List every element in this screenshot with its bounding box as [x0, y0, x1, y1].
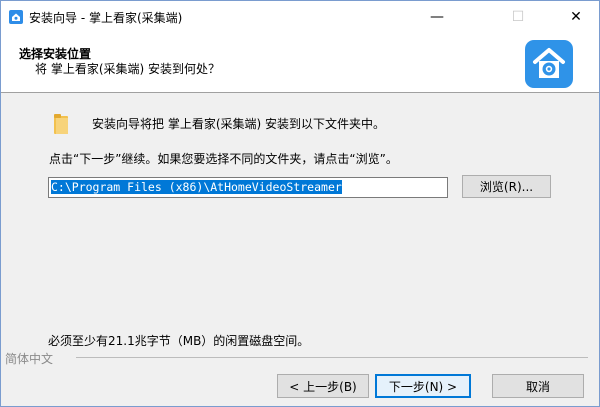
minimize-button[interactable]: — — [414, 1, 460, 33]
minimize-icon: — — [430, 9, 444, 25]
footer-divider — [76, 357, 588, 358]
next-button[interactable]: 下一步(N) > — [375, 374, 471, 398]
installer-window: 安装向导 - 掌上看家(采集端) — ☐ ✕ 选择安装位置 将 掌上看家(采集端… — [0, 0, 600, 407]
header-panel: 选择安装位置 将 掌上看家(采集端) 安装到何处？ — [1, 33, 599, 93]
folder-icon — [54, 114, 68, 134]
intro-text: 安装向导将把 掌上看家(采集端) 安装到以下文件夹中。 — [92, 117, 385, 131]
close-icon: ✕ — [570, 9, 582, 25]
maximize-icon: ☐ — [511, 9, 525, 25]
disk-space-text: 必须至少有21.1兆字节（MB）的闲置磁盘空间。 — [48, 334, 310, 348]
maximize-button[interactable]: ☐ — [495, 1, 541, 33]
install-path-value: C:\Program Files (x86)\AtHomeVideoStream… — [51, 180, 342, 194]
app-home-icon — [12, 13, 20, 21]
home-camera-logo-icon — [525, 40, 573, 88]
browse-button[interactable]: 浏览(R)... — [462, 175, 551, 198]
hint-text: 点击“下一步”继续。如果您要选择不同的文件夹，请点击“浏览”。 — [49, 152, 398, 166]
title-bar[interactable]: 安装向导 - 掌上看家(采集端) — ☐ ✕ — [1, 1, 599, 33]
cancel-button[interactable]: 取消 — [492, 374, 584, 398]
install-path-input[interactable]: C:\Program Files (x86)\AtHomeVideoStream… — [48, 177, 448, 198]
language-label: 简体中文 — [5, 352, 54, 366]
close-button[interactable]: ✕ — [553, 1, 599, 33]
page-subtitle: 将 掌上看家(采集端) 安装到何处？ — [35, 62, 220, 76]
window-title: 安装向导 - 掌上看家(采集端) — [29, 11, 183, 25]
back-button[interactable]: < 上一步(B) — [277, 374, 369, 398]
app-icon — [9, 10, 23, 24]
